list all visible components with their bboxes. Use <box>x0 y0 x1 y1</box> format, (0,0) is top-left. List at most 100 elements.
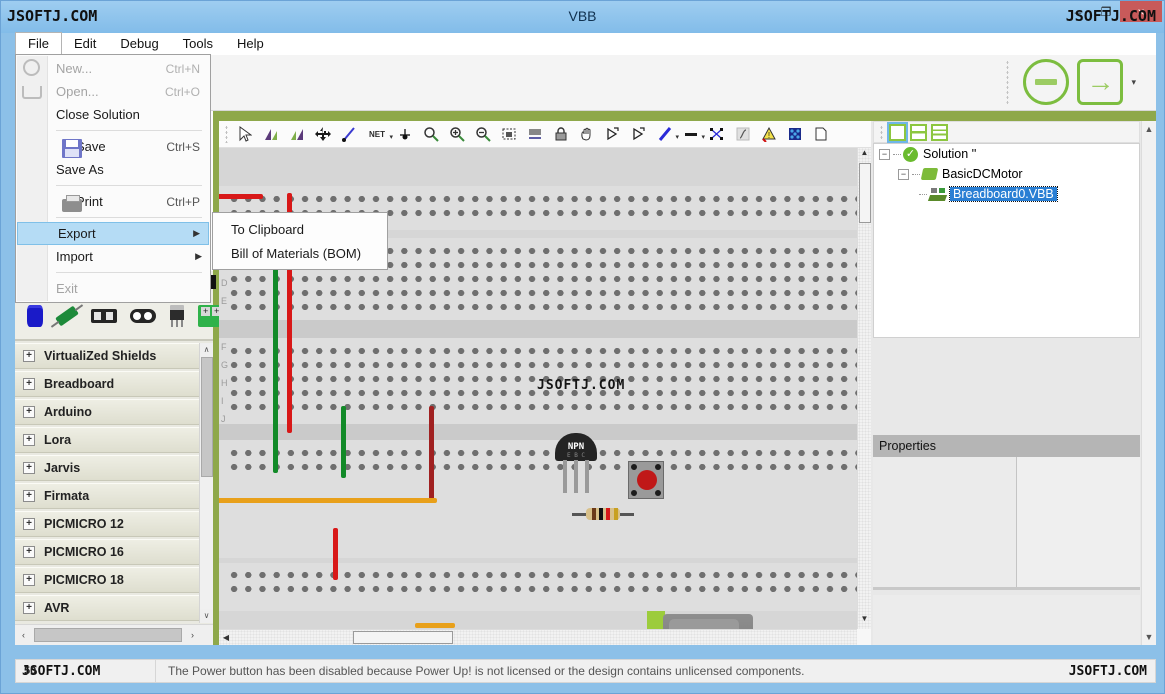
page-icon[interactable] <box>810 123 832 145</box>
flip-horizontal-icon[interactable] <box>602 123 624 145</box>
run-button[interactable]: → <box>1077 59 1124 105</box>
expander-icon[interactable]: + <box>23 462 35 474</box>
wire-icon[interactable] <box>338 123 360 145</box>
expander-icon[interactable]: + <box>23 406 35 418</box>
expander-icon[interactable]: + <box>23 518 35 530</box>
scroll-left-icon[interactable]: ‹ <box>15 630 32 640</box>
menu-help[interactable]: Help <box>225 33 276 55</box>
menu-debug[interactable]: Debug <box>108 33 170 55</box>
dip-switch-icon[interactable] <box>91 305 117 327</box>
select-arrow-icon[interactable] <box>234 123 256 145</box>
grid-icon[interactable] <box>784 123 806 145</box>
line-width-icon[interactable]: ▾ <box>680 123 705 145</box>
zoom-out-icon[interactable] <box>472 123 494 145</box>
button-cap-icon[interactable] <box>637 470 657 490</box>
menu-item-export[interactable]: Export ▶ <box>17 222 209 245</box>
menu-file[interactable]: File <box>15 32 62 55</box>
file-dropdown-menu[interactable]: New... Ctrl+N Open... Ctrl+O Close Solut… <box>15 54 211 303</box>
tree-node-file[interactable]: Breadboard0.VBB <box>874 184 1139 204</box>
net-label-icon[interactable]: NET ▾ <box>364 123 393 145</box>
properties-grid[interactable] <box>873 457 1140 590</box>
tree-node-solution[interactable]: − ✓ Solution '' <box>874 144 1139 164</box>
palette-vertical-scrollbar[interactable]: ∧ ∨ <box>199 343 213 623</box>
zoom-icon[interactable] <box>420 123 442 145</box>
line-dropdown-icon[interactable]: ▾ <box>701 133 705 141</box>
submenu-item-bill-of-materials[interactable]: Bill of Materials (BOM) <box>213 241 387 265</box>
netlist-icon[interactable] <box>706 123 728 145</box>
pen-color-icon[interactable]: ▾ <box>654 123 679 145</box>
lock-icon[interactable] <box>550 123 572 145</box>
split-horizontal-view-icon[interactable] <box>910 123 927 141</box>
dc-motor[interactable] <box>647 611 769 629</box>
menu-edit[interactable]: Edit <box>62 33 108 55</box>
resistor[interactable] <box>572 508 634 520</box>
warning-icon[interactable]: ! <box>758 123 780 145</box>
to220-transistor-icon[interactable] <box>169 305 185 327</box>
flip-vertical-icon[interactable] <box>628 123 650 145</box>
ruler-icon[interactable] <box>524 123 546 145</box>
scroll-down-icon[interactable]: ▼ <box>858 614 871 629</box>
npn-transistor[interactable]: NPN E B C <box>555 433 597 495</box>
scroll-up-icon[interactable]: ▲ <box>1142 121 1156 137</box>
expander-icon[interactable]: + <box>23 378 35 390</box>
canvas-horizontal-scrollbar[interactable]: ◀ <box>219 629 857 645</box>
category-picmicro-12[interactable]: + PICMICRO 12 <box>15 511 199 537</box>
pan-hand-icon[interactable] <box>576 123 598 145</box>
select-area-icon[interactable] <box>498 123 520 145</box>
expander-icon[interactable]: − <box>898 168 909 180</box>
scroll-right-icon[interactable]: › <box>184 630 201 640</box>
menu-item-print[interactable]: Print Ctrl+P <box>16 190 210 213</box>
curve-icon[interactable] <box>732 123 754 145</box>
rotate-right-icon[interactable] <box>286 123 308 145</box>
category-lora[interactable]: + Lora <box>15 427 199 453</box>
scrollbar-thumb[interactable] <box>34 628 182 642</box>
expander-icon[interactable]: − <box>879 148 890 160</box>
wire-darkred-short[interactable] <box>429 406 434 501</box>
canvas-vertical-scrollbar[interactable]: ▲ ▼ <box>857 148 871 629</box>
category-avr[interactable]: + AVR <box>15 595 199 621</box>
single-pane-view-icon[interactable] <box>887 121 908 143</box>
junction-icon[interactable] <box>394 123 416 145</box>
scroll-left-icon[interactable]: ◀ <box>219 633 233 642</box>
menu-item-save-as[interactable]: Save As <box>16 158 210 181</box>
tree-node-project[interactable]: − BasicDCMotor <box>874 164 1139 184</box>
stop-button[interactable] <box>1023 59 1070 105</box>
wire-green-short[interactable] <box>341 406 346 478</box>
list-view-icon[interactable] <box>931 123 948 141</box>
diode-icon[interactable] <box>55 305 79 327</box>
scroll-down-icon[interactable]: ▼ <box>1142 629 1156 645</box>
expander-icon[interactable]: + <box>23 434 35 446</box>
palette-horizontal-scrollbar[interactable]: ‹ › <box>15 624 213 645</box>
expander-icon[interactable]: + <box>23 350 35 362</box>
rotate-left-icon[interactable] <box>260 123 282 145</box>
push-button[interactable] <box>628 461 664 499</box>
scrollbar-thumb[interactable] <box>201 357 213 477</box>
capacitor-icon[interactable] <box>27 305 43 327</box>
scroll-up-icon[interactable]: ∧ <box>200 343 213 357</box>
pen-dropdown-icon[interactable]: ▾ <box>675 133 679 141</box>
expander-icon[interactable]: + <box>23 574 35 586</box>
wire-red-lower[interactable] <box>333 528 338 580</box>
menu-tools[interactable]: Tools <box>171 33 225 55</box>
menu-item-open[interactable]: Open... Ctrl+O <box>16 80 210 103</box>
category-virtualized-shields[interactable]: + VirtualiZed Shields <box>15 343 199 369</box>
scroll-up-icon[interactable]: ▲ <box>858 148 871 163</box>
category-breadboard[interactable]: + Breadboard <box>15 371 199 397</box>
category-firmata[interactable]: + Firmata <box>15 483 199 509</box>
category-jarvis[interactable]: + Jarvis <box>15 455 199 481</box>
run-dropdown-icon[interactable]: ▾ <box>1131 77 1136 88</box>
relay-icon[interactable] <box>130 305 156 327</box>
zoom-in-icon[interactable] <box>446 123 468 145</box>
expander-icon[interactable]: + <box>23 546 35 558</box>
submenu-item-to-clipboard[interactable]: To Clipboard <box>213 217 387 241</box>
category-picmicro-16[interactable]: + PICMICRO 16 <box>15 539 199 565</box>
expander-icon[interactable]: + <box>23 490 35 502</box>
scrollbar-thumb[interactable] <box>859 163 871 223</box>
scroll-down-icon[interactable]: ∨ <box>200 609 213 623</box>
menu-item-exit[interactable]: Exit <box>16 277 210 300</box>
wire-red-top[interactable] <box>219 194 263 199</box>
wire-orange-lower[interactable] <box>415 623 455 628</box>
wire-orange-power[interactable] <box>219 498 437 503</box>
category-picmicro-18[interactable]: + PICMICRO 18 <box>15 567 199 593</box>
right-panel-scrollbar[interactable]: ▲ ▼ <box>1141 121 1156 645</box>
